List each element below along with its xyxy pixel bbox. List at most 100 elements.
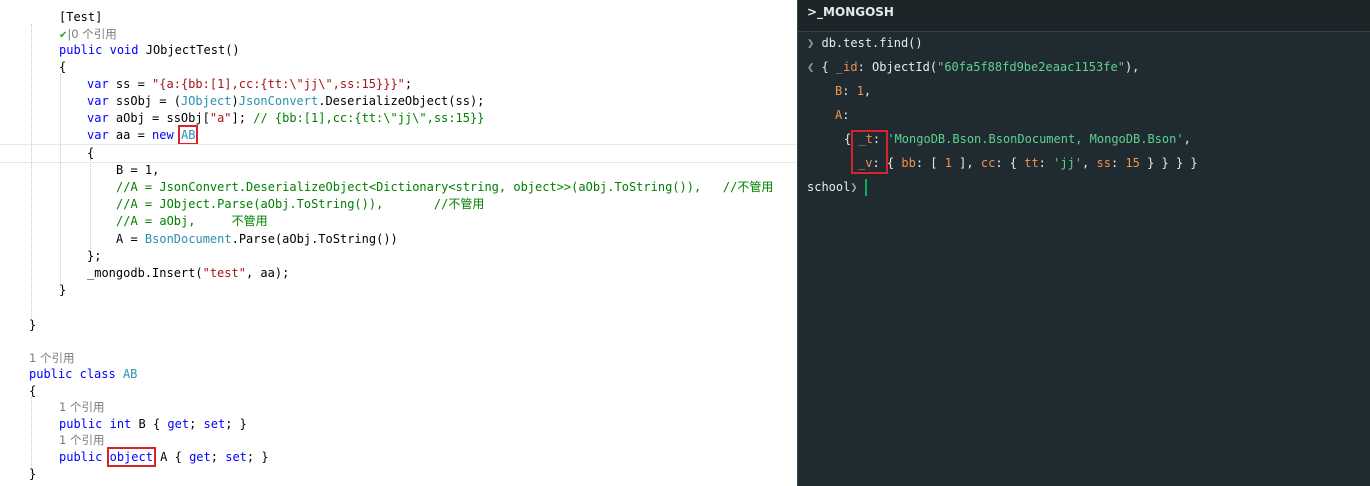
output-chevron-icon: ❮ [807,60,815,74]
shell-input-line[interactable]: ❯ db.test.find() [807,31,923,55]
out-string: 'MongoDB.Bson.BsonDocument, MongoDB.Bson… [887,132,1184,146]
shell-command: db.test.find() [821,36,923,50]
out-text: : [1038,156,1054,170]
code-line-var-aa[interactable]: var aa = new AB [87,125,199,145]
out-key-id: _id [835,60,858,74]
mongosh-title-bar: >_MONGOSH [798,0,1370,32]
code-line-class-close[interactable]: } [29,317,36,334]
out-text: , [863,84,872,98]
codelens-prop-a[interactable]: 1 个引用 [59,432,104,449]
kw-int: int [109,417,132,431]
out-text: : [842,84,857,98]
kw-var: var [87,128,109,142]
code-line-init-a[interactable]: A = BsonDocument.Parse(aObj.ToString()) [116,231,398,248]
code-text: B = 1, [116,163,160,177]
out-text: : [842,108,850,122]
code-line-class-end[interactable]: } [29,466,36,483]
code-text: _mongodb.Insert( [87,266,203,280]
string-literal: "test" [202,266,246,280]
type-ab-highlighted: AB [177,125,199,145]
out-text: : [ [915,156,945,170]
brace: } [59,283,67,297]
code-line-brace-open[interactable]: { [59,59,66,76]
code-text: B { [131,417,168,431]
class-name-ab: AB [122,367,138,381]
string-literal: "{a:{bb:[1],cc:{tt:\"jj\",ss:15}}}" [152,77,405,91]
code-text: }; [87,249,102,263]
code-line-var-aobj[interactable]: var aObj = ssObj["a"]; // {bb:[1],cc:{tt… [87,110,484,127]
out-number: 1 [944,156,952,170]
code-line-method-close[interactable]: } [59,282,66,299]
brace: } [29,318,37,332]
shell-output-line-b: B: 1, [835,79,871,103]
code-line-comment-3[interactable]: //A = aObj, 不管用 [116,213,268,230]
brace: { [59,60,67,74]
kw-get: get [167,417,190,431]
code-line-class-decl[interactable]: public class AB [29,366,137,383]
code-text: , aa); [245,266,290,280]
comment: // {bb:[1],cc:{tt:\"jj\",ss:15}} [253,111,485,125]
kw-var: var [87,111,109,125]
out-number: 15 [1125,156,1140,170]
string-literal: "a" [209,111,232,125]
codelens-method[interactable]: ✔|0 个引用 [59,26,117,43]
brace: { [87,146,95,160]
out-number: 1 [856,84,864,98]
kw-void: void [109,43,139,57]
out-text: , [1183,132,1191,146]
out-objectid-value: "60fa5f88fd9be2eaac1153fe" [937,60,1125,74]
code-line-prop-b[interactable]: public int B { get; set; } [59,416,247,433]
class-reference-count[interactable]: 1 个引用 [29,351,74,365]
code-line-comment-1[interactable]: //A = JsonConvert.DeserializeObject<Dict… [116,179,773,196]
prop-b-reference-count[interactable]: 1 个引用 [59,400,104,414]
code-line-comment-2[interactable]: //A = JObject.Parse(aObj.ToString()), //… [116,196,484,213]
indent-guide [90,159,91,253]
out-text: : ObjectId( [857,60,938,74]
kw-public: public [29,367,73,381]
code-text: ]; [231,111,254,125]
kw-class: class [79,367,116,381]
code-text: ; [210,450,226,464]
kw-public: public [59,450,103,464]
indent-guide [31,24,32,324]
text-cursor [864,179,867,196]
codelens-class[interactable]: 1 个引用 [29,350,74,367]
code-line-attribute[interactable]: [Test] [59,9,102,26]
code-line-var-ss[interactable]: var ss = "{a:{bb:[1],cc:{tt:\"jj\",ss:15… [87,76,412,93]
method-reference-count[interactable]: 0 个引用 [71,27,116,41]
method-name: JObjectTest() [145,43,240,57]
code-line-insert[interactable]: _mongodb.Insert("test", aa); [87,265,289,282]
code-text: A { [152,450,190,464]
indent-guide [60,74,61,288]
code-line-method-signature[interactable]: public void JObjectTest() [59,42,240,59]
current-line-highlight[interactable]: { [0,144,797,163]
prop-a-reference-count[interactable]: 1 个引用 [59,433,104,447]
code-editor[interactable]: [Test] ✔|0 个引用 public void JObjectTest()… [0,0,797,486]
mongosh-panel[interactable]: >_MONGOSH ❯ db.test.find() ❮ { _id: Obje… [797,0,1370,486]
code-line-init-b[interactable]: B = 1, [116,162,159,179]
kw-set: set [225,450,247,464]
code-line-var-ssobj[interactable]: var ssObj = (JObject)JsonConvert.Deseria… [87,93,484,110]
shell-output-line-t: { _t: 'MongoDB.Bson.BsonDocument, MongoD… [844,127,1191,151]
code-line-prop-a[interactable]: public object A { get; set; } [59,447,269,467]
code-line-class-open[interactable]: { [29,383,36,400]
brace: { [29,384,37,398]
out-text: : { [995,156,1025,170]
type-bsondocument: BsonDocument [144,232,232,246]
mongosh-title: >_MONGOSH [807,5,894,19]
code-line-init-end[interactable]: }; [87,248,101,265]
code-text: .Parse(aObj.ToString()) [231,232,398,246]
prompt-db-name: school [807,180,851,194]
shell-output-line-a: A: [835,103,849,127]
shell-prompt-line[interactable]: school❯ [807,175,867,199]
input-chevron-icon: ❯ [807,36,815,50]
kw-var: var [87,77,109,91]
out-key-tt: tt [1024,156,1039,170]
kw-new: new [152,128,174,142]
out-key-ss: ss [1096,156,1111,170]
codelens-prop-b[interactable]: 1 个引用 [59,399,104,416]
kw-get: get [189,450,211,464]
out-text: , [1082,156,1097,170]
code-text: ) [231,94,239,108]
annotation-box-t-v [851,130,888,174]
